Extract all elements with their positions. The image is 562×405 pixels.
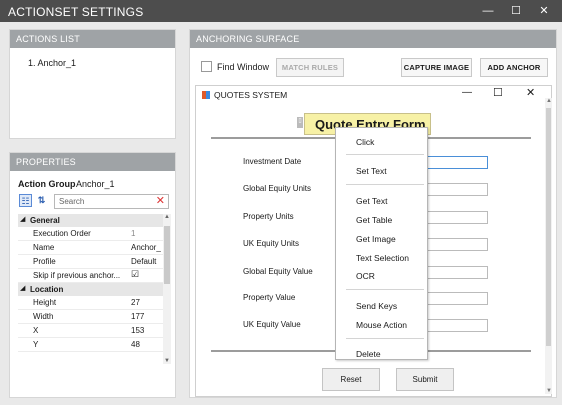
prop-row[interactable]: X 153 — [18, 324, 169, 338]
menu-item-text-selection[interactable]: Text Selection — [356, 253, 409, 263]
property-grid: ◢ General Execution Order 1 Name Anchor_ Pr… — [18, 214, 169, 364]
menu-separator — [346, 289, 424, 290]
collapse-icon[interactable]: ◢ — [20, 284, 25, 292]
field-label: Property Value — [243, 293, 296, 302]
submit-button[interactable]: Submit — [396, 368, 454, 391]
inner-minimize-icon[interactable]: — — [462, 87, 472, 98]
properties-panel: PROPERTIES Action Group Anchor_1 ☷ ⇅ Sea… — [9, 152, 176, 398]
menu-separator — [346, 154, 424, 155]
property-scrollbar[interactable]: ▲ ▼ — [163, 214, 171, 364]
properties-header: PROPERTIES — [10, 153, 175, 171]
action-group-label: Action Group — [18, 179, 76, 189]
search-placeholder: Search — [59, 197, 85, 206]
categorized-view-icon[interactable]: ☷ — [19, 194, 32, 207]
captured-window: QUOTES SYSTEM — ☐ ✕ ▲ ▼ Quote Entry Form… — [195, 85, 552, 397]
field-label: Global Equity Value — [243, 267, 313, 276]
minimize-button[interactable]: — — [478, 3, 498, 19]
scroll-down-icon[interactable]: ▼ — [164, 358, 170, 364]
context-menu: Click Set Text Get Text Get Table Get Im… — [335, 127, 428, 360]
prop-row[interactable]: Execution Order 1 — [18, 227, 169, 241]
menu-separator — [346, 184, 424, 185]
category-general[interactable]: ◢ General — [18, 214, 169, 227]
menu-separator — [346, 338, 424, 339]
collapse-icon[interactable]: ◢ — [20, 215, 25, 223]
prop-row[interactable]: Profile Default — [18, 255, 169, 269]
find-window-checkbox[interactable] — [201, 61, 212, 72]
menu-item-delete[interactable]: Delete — [356, 349, 381, 359]
app-icon — [202, 91, 210, 99]
action-item[interactable]: 1. Anchor_1 — [28, 58, 76, 68]
scroll-up-icon[interactable]: ▲ — [546, 98, 552, 104]
field-label: Investment Date — [243, 157, 302, 166]
inner-maximize-icon[interactable]: ☐ — [493, 86, 503, 99]
skip-checkbox[interactable]: ☑ — [131, 269, 167, 280]
scroll-up-icon[interactable]: ▲ — [164, 214, 170, 220]
field-label: Global Equity Units — [243, 184, 312, 193]
field-label: Property Units — [243, 212, 294, 221]
menu-item-mouse-action[interactable]: Mouse Action — [356, 320, 407, 330]
menu-item-click[interactable]: Click — [356, 137, 374, 147]
close-button[interactable]: ✕ — [534, 3, 554, 19]
field-label: UK Equity Units — [243, 239, 300, 248]
add-anchor-button[interactable]: ADD ANCHOR — [480, 58, 548, 77]
menu-item-ocr[interactable]: OCR — [356, 271, 375, 281]
menu-item-set-text[interactable]: Set Text — [356, 166, 387, 176]
category-location[interactable]: ◢ Location — [18, 283, 169, 296]
scroll-down-icon[interactable]: ▼ — [546, 388, 552, 394]
menu-item-get-image[interactable]: Get Image — [356, 234, 396, 244]
sort-alphabetical-icon[interactable]: ⇅ — [35, 194, 48, 207]
scroll-thumb[interactable] — [546, 108, 551, 346]
window-title: ACTIONSET SETTINGS — [8, 5, 144, 19]
menu-item-send-keys[interactable]: Send Keys — [356, 301, 397, 311]
maximize-button[interactable]: ☐ — [506, 3, 526, 19]
match-rules-button[interactable]: MATCH RULES — [276, 58, 344, 77]
prop-row[interactable]: Width 177 — [18, 310, 169, 324]
prop-row[interactable]: Y 48 — [18, 338, 169, 352]
actions-list-header: ACTIONS LIST — [10, 30, 175, 48]
action-group-value: Anchor_1 — [76, 179, 115, 189]
quotes-window-title: QUOTES SYSTEM — [214, 90, 288, 100]
prop-row[interactable]: Height 27 — [18, 296, 169, 310]
menu-item-get-table[interactable]: Get Table — [356, 215, 392, 225]
anchoring-surface-header: ANCHORING SURFACE — [190, 30, 556, 48]
actions-list-panel: ACTIONS LIST 1. Anchor_1 — [9, 29, 176, 139]
capture-image-button[interactable]: CAPTURE IMAGE — [401, 58, 472, 77]
property-search-input[interactable]: Search ✕ — [54, 194, 169, 209]
prop-row[interactable]: Name Anchor_ — [18, 241, 169, 255]
anchoring-surface-panel: ANCHORING SURFACE Find Window MATCH RULE… — [189, 29, 557, 398]
inner-close-icon[interactable]: ✕ — [526, 86, 535, 99]
field-label: UK Equity Value — [243, 320, 301, 329]
reset-button[interactable]: Reset — [322, 368, 380, 391]
prop-row[interactable]: Skip if previous anchor... ☑ — [18, 269, 169, 283]
menu-item-get-text[interactable]: Get Text — [356, 196, 388, 206]
find-window-label: Find Window — [217, 62, 270, 72]
resize-handle[interactable]: ▯ — [297, 117, 303, 128]
clear-search-icon[interactable]: ✕ — [156, 195, 165, 208]
scroll-thumb[interactable] — [164, 226, 170, 284]
surface-scrollbar[interactable]: ▲ ▼ — [545, 98, 552, 394]
title-bar: ACTIONSET SETTINGS — ☐ ✕ — [0, 0, 562, 22]
